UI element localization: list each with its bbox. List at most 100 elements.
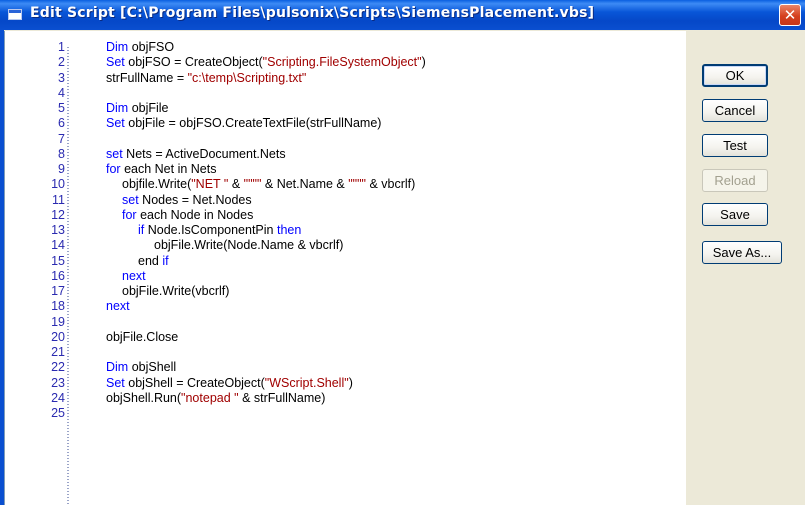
keyword-token: Set	[106, 375, 125, 390]
line-number: 19	[51, 314, 65, 329]
code-text: next	[106, 299, 130, 314]
reload-button[interactable]: Reload	[702, 169, 768, 192]
keyword-token: for	[122, 207, 137, 222]
code-line[interactable]: 8 set Nets = ActiveDocument.Nets	[5, 147, 681, 162]
code-line[interactable]: 6 Set objFile = objFSO.CreateTextFile(str…	[5, 116, 681, 131]
code-token: & strFullName)	[238, 390, 326, 405]
code-token: & Net.Name &	[261, 177, 349, 192]
code-text: Dim objShell	[106, 360, 176, 375]
code-line[interactable]: 21	[5, 345, 681, 360]
code-text: next	[122, 269, 146, 284]
code-text: strFullName = "c:\temp\Scripting.txt"	[106, 71, 306, 86]
code-text: set Nodes = Net.Nodes	[122, 193, 252, 208]
code-line[interactable]: 22 Dim objShell	[5, 360, 681, 375]
keyword-token: Dim	[106, 40, 129, 54]
line-number: 6	[58, 116, 65, 131]
code-line[interactable]: 17 objFile.Write(vbcrlf)	[5, 284, 681, 299]
code-line[interactable]: 5 Dim objFile	[5, 101, 681, 116]
test-button[interactable]: Test	[702, 134, 768, 157]
code-line[interactable]: 3 strFullName = "c:\temp\Scripting.txt"	[5, 71, 681, 86]
line-number: 4	[58, 85, 65, 100]
code-text: Set objShell = CreateObject("WScript.She…	[106, 376, 353, 391]
code-text: objShell.Run("notepad " & strFullName)	[106, 391, 325, 406]
keyword-token: if	[162, 253, 169, 268]
code-line[interactable]: 18 next	[5, 299, 681, 314]
line-number: 8	[58, 146, 65, 161]
close-button[interactable]: ✕	[779, 4, 801, 26]
code-text: for each Net in Nets	[106, 162, 216, 177]
keyword-token: for	[106, 162, 121, 176]
code-line[interactable]: 19	[5, 315, 681, 330]
line-number: 18	[51, 299, 65, 314]
line-number: 5	[58, 101, 65, 115]
code-line[interactable]: 10 objfile.Write("NET " & """" & Net.Name…	[5, 177, 681, 192]
code-line[interactable]: 14 objFile.Write(Node.Name & vbcrlf)	[5, 238, 681, 253]
line-number: 11	[52, 192, 65, 207]
code-token: strFullName =	[106, 70, 188, 85]
line-number: 16	[51, 268, 65, 283]
line-number: 9	[58, 162, 65, 176]
string-token: "NET "	[191, 177, 229, 192]
line-number: 14	[51, 238, 65, 253]
keyword-token: next	[122, 268, 146, 283]
line-number: 15	[51, 253, 65, 268]
line-number: 10	[51, 177, 65, 192]
code-line[interactable]: 13 if Node.IsComponentPin then	[5, 223, 681, 238]
string-token: "Scripting.FileSystemObject"	[262, 55, 422, 70]
line-number: 17	[51, 284, 65, 298]
code-text: end if	[138, 254, 169, 269]
code-token: objFile.Write(Node.Name & vbcrlf)	[154, 238, 344, 253]
code-text: set Nets = ActiveDocument.Nets	[106, 147, 286, 162]
code-line[interactable]: 20 objFile.Close	[5, 330, 681, 345]
code-line[interactable]: 1 Dim objFSO	[5, 40, 681, 55]
code-token: objShell	[128, 360, 177, 375]
code-token: objShell = CreateObject(	[124, 375, 265, 390]
code-line[interactable]: 4	[5, 86, 681, 101]
line-number: 22	[51, 360, 65, 375]
code-text: objFile.Write(vbcrlf)	[122, 284, 229, 299]
code-line[interactable]: 11 set Nodes = Net.Nodes	[5, 193, 681, 208]
cancel-button[interactable]: Cancel	[702, 99, 768, 122]
code-token: objFile	[128, 101, 169, 115]
code-line[interactable]: 12 for each Node in Nodes	[5, 208, 681, 223]
keyword-token: Set	[106, 116, 125, 131]
save-button[interactable]: Save	[702, 203, 768, 226]
code-line[interactable]: 16 next	[5, 269, 681, 284]
code-line[interactable]: 23 Set objShell = CreateObject("WScript.S…	[5, 376, 681, 391]
code-token: each Node in Nodes	[136, 207, 254, 222]
keyword-token: then	[276, 223, 302, 237]
code-text: for each Node in Nodes	[122, 208, 253, 223]
code-token: Nodes = Net.Nodes	[138, 192, 252, 207]
string-token: "WScript.Shell"	[264, 375, 349, 390]
code-token: objFile.Write(vbcrlf)	[122, 284, 230, 298]
code-token: Node.IsComponentPin	[144, 223, 277, 237]
ok-button[interactable]: OK	[702, 64, 768, 87]
code-token: &	[228, 177, 244, 192]
keyword-token: Set	[106, 55, 125, 70]
code-line[interactable]: 25	[5, 406, 681, 421]
code-token: Nets = ActiveDocument.Nets	[122, 146, 286, 161]
line-number: 2	[58, 55, 65, 70]
edit-script-dialog: Edit Script [C:\Program Files\pulsonix\S…	[0, 0, 805, 505]
window-icon	[8, 9, 22, 20]
code-text: Set objFile = objFSO.CreateTextFile(strF…	[106, 116, 381, 131]
keyword-token: Dim	[106, 360, 129, 375]
code-token: objfile.Write(	[122, 177, 192, 192]
code-text: Set objFSO = CreateObject("Scripting.Fil…	[106, 55, 426, 70]
code-text: Dim objFile	[106, 101, 169, 116]
code-token: & vbcrlf)	[366, 177, 416, 192]
line-number: 24	[51, 390, 65, 405]
script-editor[interactable]: 1 Dim objFSO 2 Set objFSO = CreateObject("S…	[4, 31, 686, 505]
line-number: 21	[51, 345, 65, 359]
keyword-token: set	[106, 146, 123, 161]
string-token: """"	[243, 177, 262, 192]
save-as-button[interactable]: Save As...	[702, 241, 782, 264]
code-line[interactable]: 7	[5, 132, 681, 147]
code-token: each Net in Nets	[120, 162, 217, 176]
code-line[interactable]: 2 Set objFSO = CreateObject("Scripting.Fi…	[5, 55, 681, 70]
code-line[interactable]: 24 objShell.Run("notepad " & strFullName)	[5, 391, 681, 406]
code-line[interactable]: 9 for each Net in Nets	[5, 162, 681, 177]
code-line[interactable]: 15 end if	[5, 254, 681, 269]
code-token: objFSO = CreateObject(	[124, 55, 263, 70]
title-bar[interactable]: Edit Script [C:\Program Files\pulsonix\S…	[0, 0, 805, 30]
